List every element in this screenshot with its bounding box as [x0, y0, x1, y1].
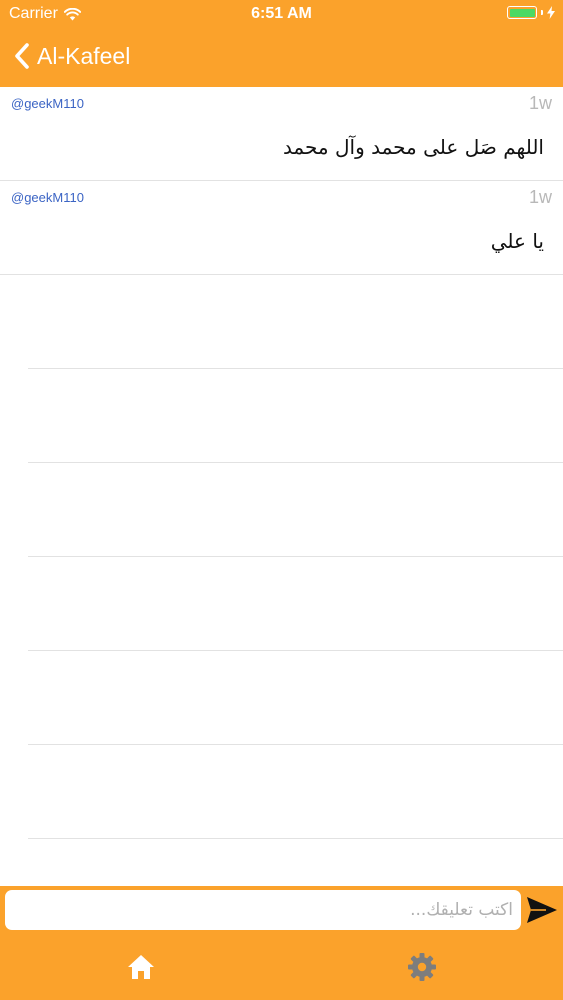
- comment-item[interactable]: @geekM110 1w اللهم صَل على محمد وآل محمد: [0, 87, 563, 181]
- tab-home[interactable]: [126, 952, 156, 982]
- tab-bar: [0, 934, 563, 1000]
- back-button[interactable]: Al-Kafeel: [14, 42, 130, 70]
- battery-fill: [509, 8, 535, 17]
- empty-row: [28, 557, 563, 651]
- empty-row: [28, 839, 563, 886]
- empty-row: [28, 463, 563, 557]
- charging-bolt-icon: [547, 6, 555, 19]
- comment-item[interactable]: @geekM110 1w يا علي: [0, 181, 563, 275]
- battery-nub: [541, 10, 543, 15]
- home-icon: [128, 955, 154, 979]
- send-icon: [527, 897, 557, 923]
- empty-row: [28, 369, 563, 463]
- comment-timestamp: 1w: [528, 93, 552, 113]
- status-right: [507, 6, 555, 19]
- nav-title: Al-Kafeel: [37, 42, 131, 69]
- nav-bar: Al-Kafeel: [0, 30, 563, 87]
- tab-settings[interactable]: [407, 952, 437, 982]
- comment-username[interactable]: @geekM110: [11, 190, 84, 205]
- status-bar: Carrier 6:51 AM: [0, 0, 563, 30]
- battery-icon: [507, 6, 537, 19]
- chevron-left-icon: [15, 43, 29, 69]
- comment-composer: [0, 886, 563, 934]
- comment-text: اللهم صَل على محمد وآل محمد: [282, 135, 544, 159]
- empty-row: [28, 745, 563, 839]
- empty-row: [28, 275, 563, 369]
- comment-text: يا علي: [490, 229, 544, 253]
- comments-list[interactable]: @geekM110 1w اللهم صَل على محمد وآل محمد…: [0, 87, 563, 886]
- gear-icon: [408, 953, 436, 981]
- status-time: 6:51 AM: [251, 5, 312, 22]
- comment-username[interactable]: @geekM110: [11, 96, 84, 111]
- comment-timestamp: 1w: [528, 187, 552, 207]
- comment-input[interactable]: [5, 890, 521, 930]
- empty-row: [28, 651, 563, 745]
- send-button[interactable]: [526, 895, 558, 925]
